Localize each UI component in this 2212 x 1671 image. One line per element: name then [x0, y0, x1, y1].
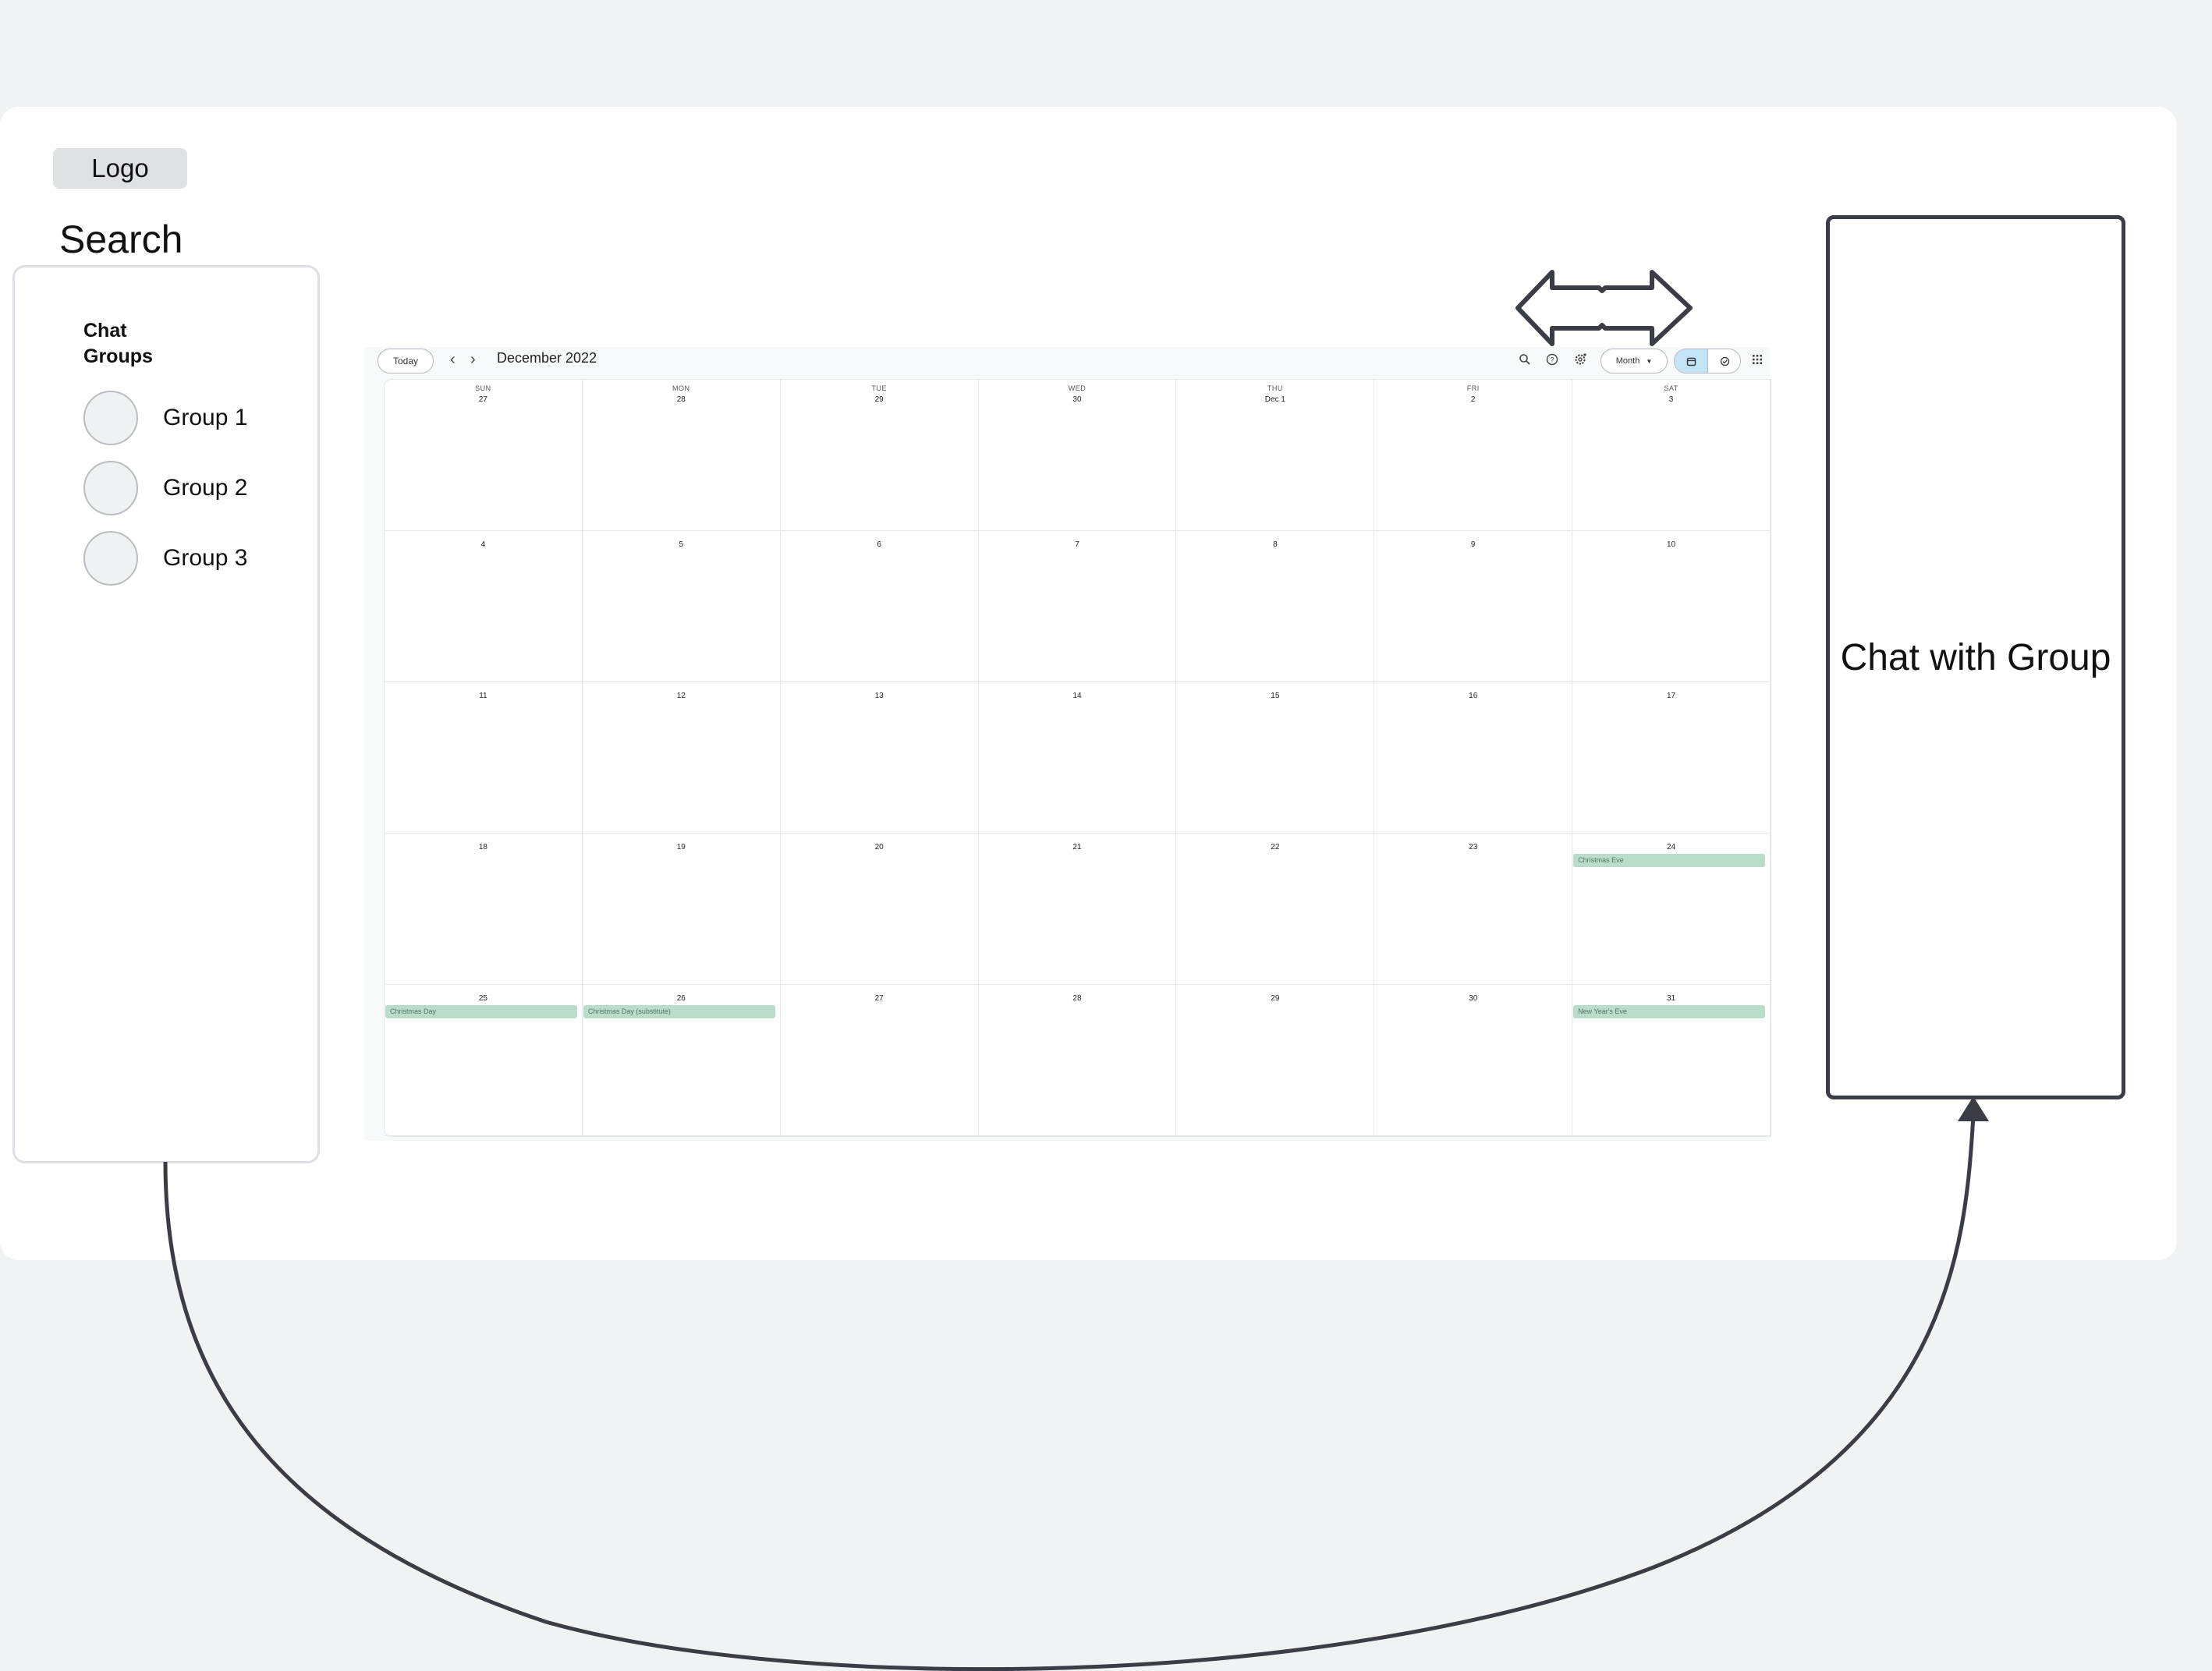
- connectors-layer: [163, 270, 1989, 1671]
- arrowhead-icon: [1958, 1096, 1989, 1121]
- double-arrow-icon: [1515, 270, 1693, 346]
- connector-arrow: [163, 1114, 1976, 1671]
